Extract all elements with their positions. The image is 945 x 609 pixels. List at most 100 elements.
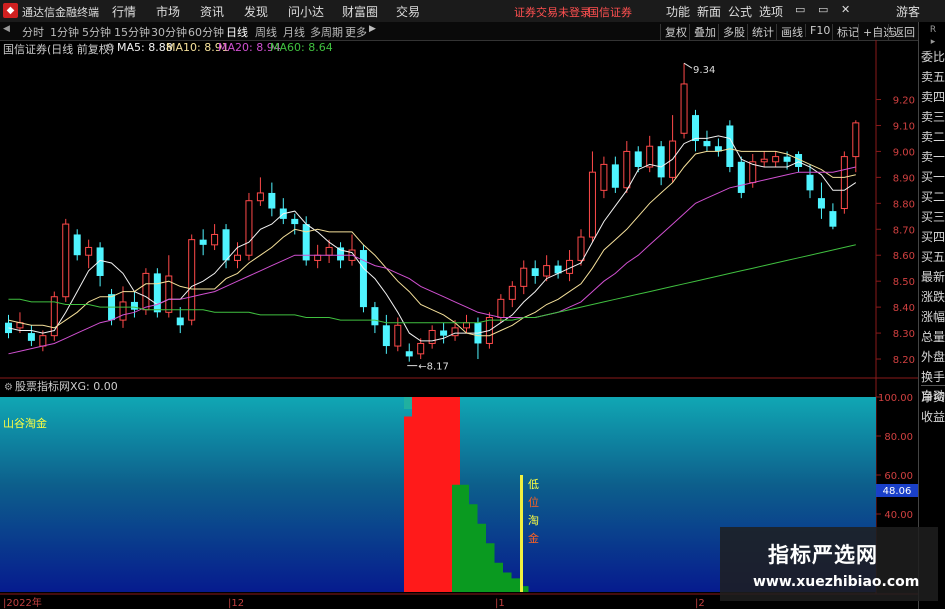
candle-body-down <box>440 330 448 336</box>
watermark: 指标严选网 www.xuezhibiao.com <box>720 527 938 601</box>
price-tick-label: 9.10 <box>893 121 915 132</box>
indicator-vertical-text: 低 <box>528 478 539 491</box>
time-axis-label: |2022年 <box>3 596 42 609</box>
indicator-vertical-text: 金 <box>528 531 539 545</box>
candle-body-up <box>325 246 333 256</box>
indicator-bar-red <box>428 397 436 592</box>
candle-body-down <box>73 234 81 256</box>
candle-body-down <box>382 325 390 347</box>
candle-body-up <box>428 329 436 344</box>
high-annotation: 9.34 <box>693 65 715 76</box>
side-item-7[interactable]: 买二 <box>921 187 945 207</box>
candle-body-up <box>646 145 654 168</box>
candle-body-up <box>497 298 505 319</box>
candle-body-down <box>726 125 734 167</box>
candle-body-up <box>314 254 322 261</box>
candle-body-up <box>62 223 70 298</box>
indicator-bar-green <box>452 484 461 592</box>
price-tick-label: 8.90 <box>893 173 915 184</box>
candle-body-down <box>634 151 642 167</box>
price-tick-label: 8.20 <box>893 355 915 366</box>
side-item-3[interactable]: 卖三 <box>921 107 945 127</box>
side-item-12[interactable]: 涨跌 <box>921 287 945 307</box>
indicator-bar-red <box>404 416 412 592</box>
time-axis-label: |2 <box>695 598 705 609</box>
candle-body-up <box>508 285 516 300</box>
candle-body-down <box>337 247 345 261</box>
candle-body-down <box>692 115 699 142</box>
indicator-current-value: 48.06 <box>883 486 912 497</box>
indicator-name: 股票指标网 <box>15 379 70 393</box>
candle-body-down <box>737 161 745 193</box>
candle-body-down <box>199 239 207 245</box>
price-tick-label: 8.40 <box>893 303 915 314</box>
candle-body-down <box>703 141 711 147</box>
side-item-13[interactable]: 涨幅 <box>921 307 945 327</box>
candle-body-down <box>817 198 825 209</box>
candle-body-up <box>463 322 470 329</box>
indicator-tick-label: 40.00 <box>884 510 913 521</box>
side-item-16[interactable]: 换手 <box>921 367 945 387</box>
candle-body-down <box>359 250 367 308</box>
indicator-bar-green <box>460 484 469 592</box>
price-tick-label: 9.00 <box>893 147 915 158</box>
candle-body-up <box>680 83 688 134</box>
candle-body-up <box>840 156 848 210</box>
candle-body-up <box>245 200 253 256</box>
time-axis-label: |1 <box>495 598 505 609</box>
candle-body-down <box>371 307 379 326</box>
candle-body-up <box>760 158 768 163</box>
candle-body-up <box>119 301 127 321</box>
indicator-bar-green <box>469 504 478 592</box>
side-item-1[interactable]: 卖五 <box>921 67 945 87</box>
candle-body-up <box>623 150 631 189</box>
price-tick-label: 8.50 <box>893 277 915 288</box>
side-item-14[interactable]: 总量 <box>921 327 945 347</box>
ma-line-ma60 <box>8 244 856 324</box>
collapse-panel-icon[interactable]: R ▸ <box>921 24 945 48</box>
watermark-url: www.xuezhibiao.com <box>753 574 920 590</box>
side-item-18[interactable]: 收益 <box>921 407 945 427</box>
high-marker-line <box>683 62 693 69</box>
candle-body-down <box>27 333 35 341</box>
candle-body-down <box>176 317 184 326</box>
side-item-15[interactable]: 外盘 <box>921 347 945 367</box>
side-item-11[interactable]: 最新 <box>921 267 945 287</box>
side-item-8[interactable]: 买三 <box>921 207 945 227</box>
candle-body-down <box>291 218 299 225</box>
indicator-bar-green <box>494 562 503 592</box>
candle-body-up <box>142 272 150 311</box>
candle-body-up <box>256 192 264 202</box>
side-item-0[interactable]: 委比 <box>921 47 945 67</box>
candle-body-up <box>85 246 93 256</box>
side-item-2[interactable]: 卖四 <box>921 87 945 107</box>
candle-body-down <box>783 156 791 162</box>
candle-body-down <box>806 174 814 191</box>
price-tick-label: 8.80 <box>893 199 915 210</box>
indicator-gear-icon[interactable]: ⚙ <box>4 382 13 393</box>
price-tick-label: 8.70 <box>893 225 915 236</box>
side-item-4[interactable]: 卖二 <box>921 127 945 147</box>
side-item-19[interactable]: 自动 <box>921 385 945 406</box>
candle-body-down <box>5 322 12 334</box>
candle-body-up <box>600 163 608 191</box>
indicator-tick-label: 60.00 <box>884 471 913 482</box>
side-item-9[interactable]: 买四 <box>921 227 945 247</box>
candle-body-down <box>657 146 665 178</box>
candle-body-down <box>531 268 539 276</box>
candle-body-down <box>96 247 104 276</box>
side-item-10[interactable]: 买五 <box>921 247 945 267</box>
watermark-title: 指标严选网 <box>768 543 878 567</box>
indicator-bar-red <box>444 397 452 592</box>
candle-body-down <box>829 211 837 227</box>
chart-canvas[interactable]: 9.20 9.10 9.00 8.90 8.80 8.70 8.60 8.50 8.40 8.30… <box>0 0 918 609</box>
candle-body-down <box>222 229 230 261</box>
indicator-bar-green <box>503 572 512 592</box>
candle-body-up <box>588 171 596 238</box>
candle-body-up <box>188 239 196 321</box>
candle-body-up <box>211 233 219 246</box>
side-item-6[interactable]: 买一 <box>921 167 945 187</box>
candle-body-down <box>130 301 138 310</box>
indicator-bar-yellow <box>520 475 523 592</box>
side-item-5[interactable]: 卖一 <box>921 147 945 167</box>
